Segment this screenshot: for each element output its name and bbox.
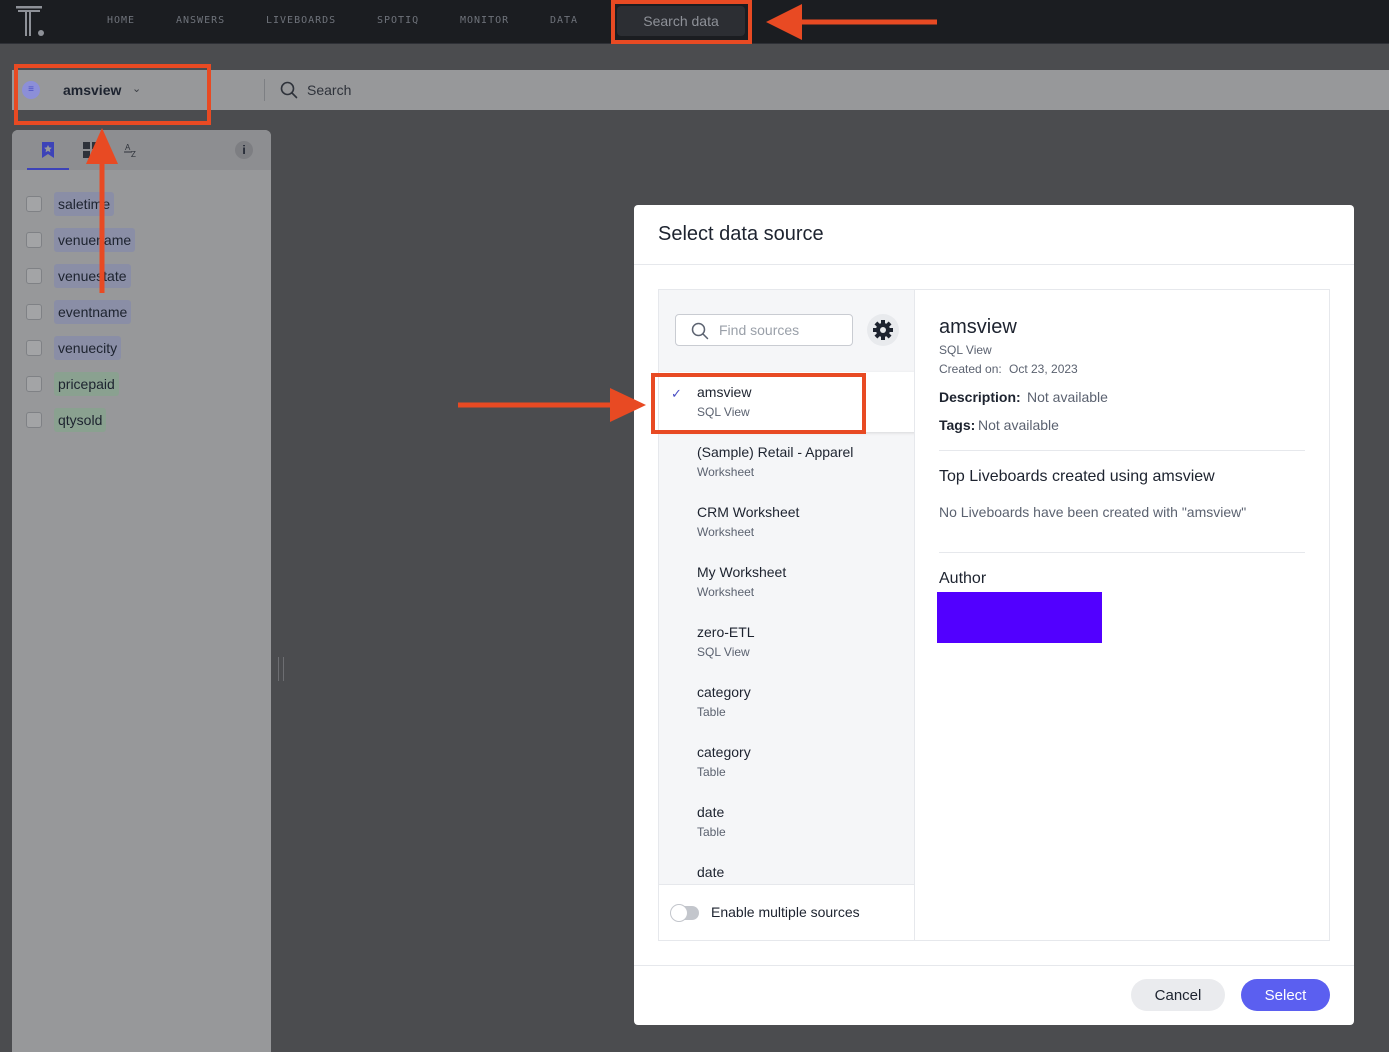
source-item[interactable]: CRM Worksheet Worksheet xyxy=(659,492,914,552)
annotation-highlight-selected-source xyxy=(651,373,866,434)
source-type: Table xyxy=(697,825,726,839)
enable-multiple-sources-row: Enable multiple sources xyxy=(659,884,914,940)
detail-description: Not available xyxy=(1027,389,1108,405)
source-type: Worksheet xyxy=(697,585,755,599)
panel-resize-handle[interactable] xyxy=(278,657,284,681)
select-data-source-dialog: Select data source Find sources ✓ amsvie… xyxy=(634,205,1354,1025)
column-chip[interactable]: saletime xyxy=(54,192,115,216)
column-chip[interactable]: venuename xyxy=(54,228,136,252)
column-checkbox[interactable] xyxy=(26,376,42,392)
data-panel-tabs: A Z i xyxy=(12,130,271,170)
arrow-right-icon xyxy=(458,388,646,422)
divider xyxy=(634,965,1354,966)
source-name: date xyxy=(697,804,725,820)
column-chip[interactable]: qtysold xyxy=(54,408,107,432)
column-checkbox[interactable] xyxy=(26,304,42,320)
nav-spotiq[interactable]: SPOTIQ xyxy=(377,15,419,26)
gear-icon xyxy=(873,320,893,340)
source-item[interactable]: category Table xyxy=(659,672,914,732)
source-type: Worksheet xyxy=(697,465,755,479)
nav-monitor[interactable]: MONITOR xyxy=(460,15,509,26)
author-title: Author xyxy=(939,570,987,587)
source-name: date xyxy=(697,864,725,880)
source-type: SQL View xyxy=(697,645,750,659)
find-sources-box[interactable] xyxy=(675,314,853,346)
source-type: Worksheet xyxy=(697,525,755,539)
source-name: category xyxy=(697,744,751,760)
detail-created-label: Created on: xyxy=(939,362,1002,376)
search-icon xyxy=(691,322,709,340)
divider xyxy=(264,79,265,101)
column-chip[interactable]: pricepaid xyxy=(54,372,119,396)
annotation-highlight-search-data xyxy=(611,0,752,44)
grid-icon[interactable] xyxy=(81,140,101,160)
data-panel: A Z i saletime venuename venuestate even… xyxy=(12,130,271,1052)
annotation-highlight-source-selector xyxy=(14,64,211,125)
source-type: Table xyxy=(697,765,726,779)
divider xyxy=(634,264,1354,265)
divider xyxy=(939,450,1305,451)
nav-answers[interactable]: ANSWERS xyxy=(176,15,225,26)
nav-liveboards[interactable]: LIVEBOARDS xyxy=(266,15,336,26)
source-item[interactable]: My Worksheet Worksheet xyxy=(659,552,914,612)
source-name: CRM Worksheet xyxy=(697,504,800,520)
column-checkbox[interactable] xyxy=(26,268,42,284)
source-name: category xyxy=(697,684,751,700)
source-name: zero-ETL xyxy=(697,624,755,640)
search-bar[interactable]: Search xyxy=(307,82,351,98)
source-detail-panel: amsview SQL View Created on: Oct 23, 202… xyxy=(937,290,1329,940)
author-redacted-block xyxy=(937,592,1102,643)
column-checkbox[interactable] xyxy=(26,412,42,428)
bookmark-icon[interactable] xyxy=(38,140,58,160)
column-checkbox[interactable] xyxy=(26,196,42,212)
cancel-button[interactable]: Cancel xyxy=(1131,979,1225,1011)
detail-source-name: amsview xyxy=(939,316,1017,338)
enable-multiple-sources-toggle[interactable] xyxy=(670,904,699,922)
active-tab-indicator xyxy=(27,168,69,170)
column-chip[interactable]: venuecity xyxy=(54,336,122,360)
detail-tags: Not available xyxy=(978,417,1059,433)
source-name: My Worksheet xyxy=(697,564,787,580)
detail-created-date: Oct 23, 2023 xyxy=(1009,362,1078,376)
dialog-title: Select data source xyxy=(658,223,824,245)
toggle-knob xyxy=(670,904,688,922)
find-sources-input[interactable] xyxy=(719,315,847,345)
source-item[interactable]: (Sample) Retail - Apparel Worksheet xyxy=(659,432,914,492)
info-icon[interactable]: i xyxy=(235,141,253,159)
detail-source-type: SQL View xyxy=(939,343,992,357)
source-item[interactable]: date Table xyxy=(659,792,914,852)
source-item[interactable]: zero-ETL SQL View xyxy=(659,612,914,672)
detail-tags-label: Tags: xyxy=(939,417,976,433)
column-chip[interactable]: eventname xyxy=(54,300,132,324)
divider xyxy=(939,552,1305,553)
enable-multiple-sources-label: Enable multiple sources xyxy=(711,904,860,920)
source-settings-button[interactable] xyxy=(867,314,899,346)
nav-home[interactable]: HOME xyxy=(107,15,135,26)
top-liveboards-title: Top Liveboards created using amsview xyxy=(939,468,1215,485)
source-name: (Sample) Retail - Apparel xyxy=(697,444,854,460)
source-bar: ≡ amsview ⌄ Search xyxy=(12,70,1389,110)
search-icon xyxy=(280,81,298,99)
svg-text:Z: Z xyxy=(131,150,136,159)
select-button[interactable]: Select xyxy=(1241,979,1330,1011)
source-type: Table xyxy=(697,705,726,719)
source-item[interactable]: category Table xyxy=(659,732,914,792)
column-checkbox[interactable] xyxy=(26,340,42,356)
column-chip[interactable]: venuestate xyxy=(54,264,131,288)
nav-data[interactable]: DATA xyxy=(550,15,578,26)
no-liveboards-message: No Liveboards have been created with "am… xyxy=(939,504,1247,520)
sort-az-icon[interactable]: A Z xyxy=(122,140,142,160)
detail-description-label: Description: xyxy=(939,389,1021,405)
thoughtspot-logo-icon[interactable] xyxy=(16,6,46,38)
column-checkbox[interactable] xyxy=(26,232,42,248)
